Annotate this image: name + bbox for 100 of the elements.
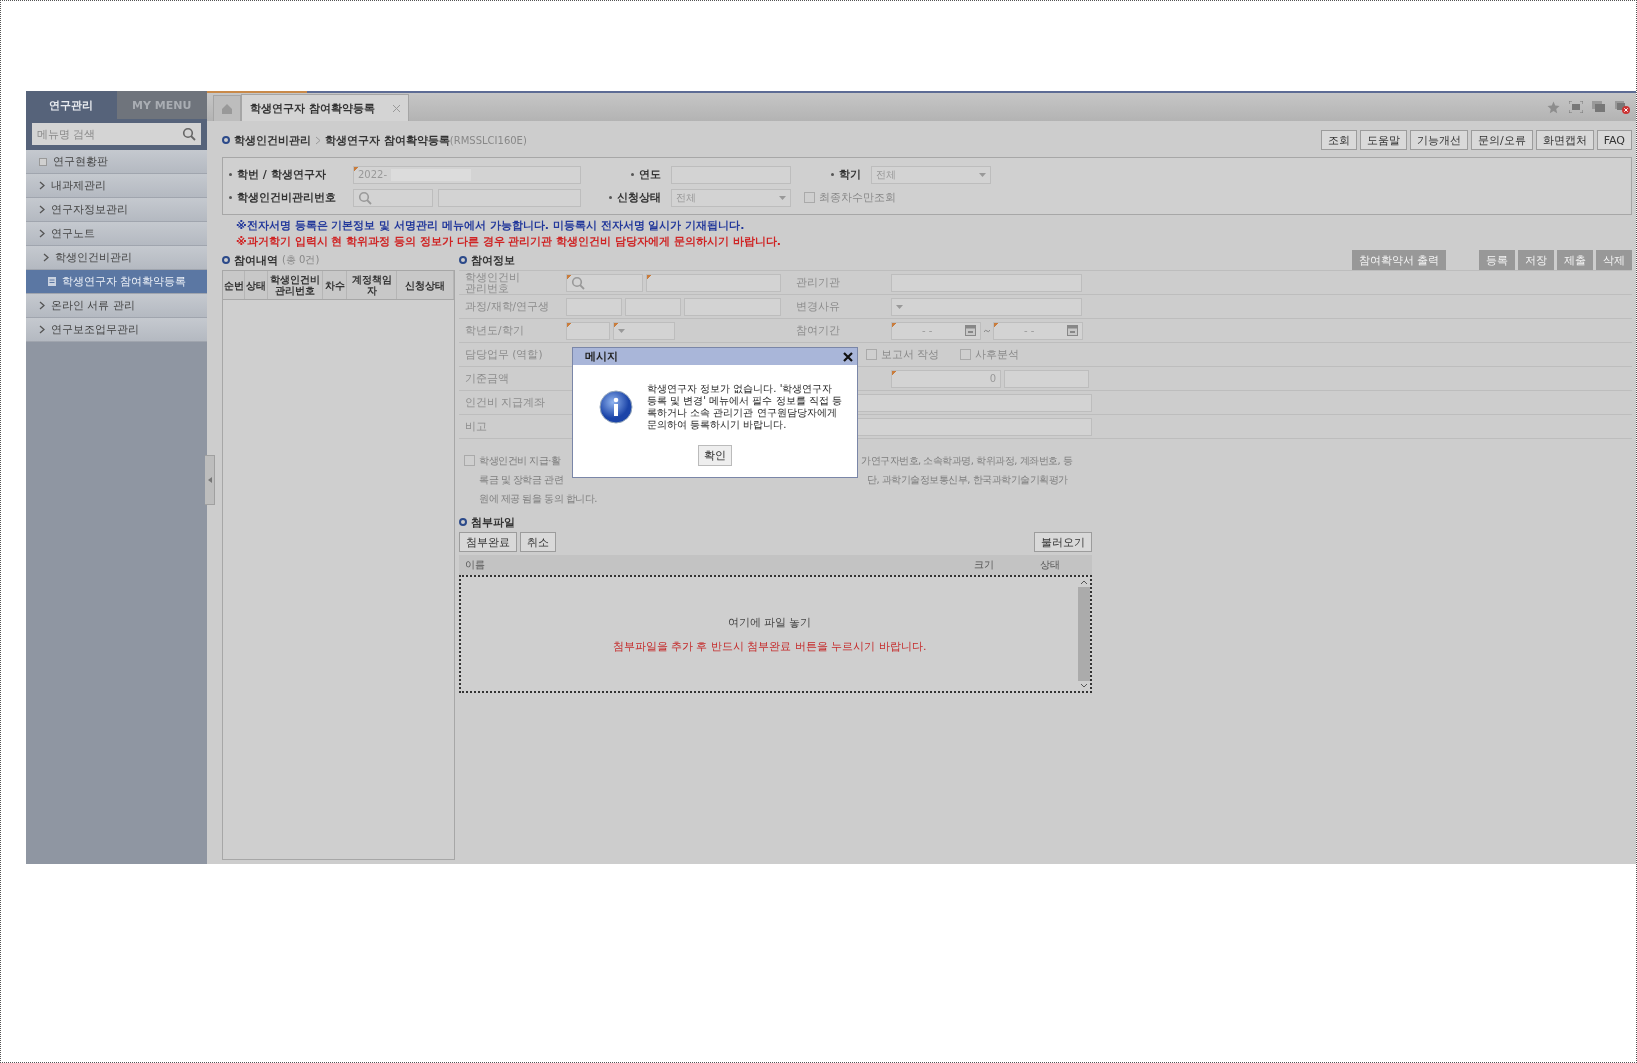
menu-item[interactable]: 연구현황판	[26, 150, 207, 174]
consent-text: 원에 제공 됨을 동의 합니다.	[479, 492, 597, 506]
checkbox[interactable]	[866, 349, 877, 360]
info-icon	[599, 390, 633, 424]
column-header: 이름	[465, 558, 486, 572]
column-header: 상태	[245, 271, 268, 299]
home-tab[interactable]	[213, 95, 241, 121]
checkbox[interactable]	[464, 455, 475, 466]
form-label: 인건비 지급계좌	[464, 395, 547, 410]
record-count: (총 0건)	[282, 253, 320, 267]
section-title: 첨부파일	[471, 514, 515, 530]
scrollbar-thumb[interactable]	[1078, 587, 1090, 681]
checkbox-label: 최종차수만조회	[819, 190, 896, 205]
bullet-icon	[222, 136, 230, 144]
menu-item[interactable]: 학생연구자 참여확약등록	[26, 270, 207, 294]
reason-select[interactable]	[891, 297, 1082, 316]
checkbox-label: 사후분석	[974, 347, 1019, 362]
separator-icon	[315, 135, 321, 145]
checkbox-label: 보고서 작성	[881, 347, 940, 362]
sidebar-tab[interactable]: 연구관리	[26, 91, 117, 119]
consent-text: 학생인건비 지급·활	[479, 454, 562, 468]
attach-button[interactable]: 첨부완료	[459, 532, 517, 552]
year-field[interactable]	[566, 321, 610, 340]
caret-icon	[896, 304, 903, 309]
load-button[interactable]: 불러오기	[1034, 532, 1092, 552]
menu-item[interactable]: 연구보조업무관리	[26, 318, 207, 342]
bullet-dot	[831, 173, 834, 176]
column-header: 상태	[1040, 558, 1061, 572]
screen-code: (RMSSLCI160E)	[449, 134, 527, 146]
date-placeholder: - -	[922, 325, 933, 336]
form-label: 기준금액	[464, 371, 510, 386]
checkbox[interactable]	[804, 192, 815, 203]
toolbar-button[interactable]: 화면캡처	[1535, 130, 1594, 150]
scroll-down-icon[interactable]	[1080, 683, 1088, 688]
form-label: 관리기관	[795, 275, 841, 290]
calendar-icon	[1067, 325, 1078, 336]
menu-item[interactable]: 온라인 서류 관리	[26, 294, 207, 318]
bullet-dot	[229, 173, 232, 176]
menu-item[interactable]: 내과제관리	[26, 174, 207, 198]
date-placeholder: - -	[1024, 325, 1035, 336]
consent-text: 록금 및 장학금 관련	[479, 473, 565, 487]
menu-item[interactable]: 연구자정보관리	[26, 198, 207, 222]
menu-item[interactable]: 연구노트	[26, 222, 207, 246]
toolbar-button[interactable]: 기능개선	[1409, 130, 1468, 150]
close-icon[interactable]	[843, 351, 853, 362]
chevron-icon	[39, 325, 45, 334]
calendar-icon	[965, 325, 976, 336]
toolbar-button[interactable]: 조회	[1320, 130, 1357, 150]
caret-icon	[618, 328, 625, 333]
checkbox[interactable]	[959, 349, 971, 360]
bullet-dot	[229, 196, 232, 199]
bullet-dot	[609, 196, 612, 199]
scroll-up-icon[interactable]	[1080, 580, 1088, 585]
form-label: 비고	[464, 419, 488, 434]
ok-button[interactable]: 확인	[698, 445, 732, 466]
chevron-icon	[39, 205, 45, 214]
column-header: 신청상태	[397, 271, 454, 299]
star-icon[interactable]	[1547, 100, 1560, 114]
toolbar-button[interactable]: 문의/오류	[1470, 130, 1533, 150]
close-windows-icon[interactable]	[1615, 100, 1630, 114]
bullet-icon	[459, 518, 467, 526]
column-header: 차수	[323, 271, 347, 299]
form-label: 과정/재학/연구생	[464, 299, 551, 314]
form-label: 담당업무 (역할)	[464, 347, 544, 362]
form-label: 참여기간	[795, 323, 841, 338]
windows-icon[interactable]	[1592, 101, 1606, 113]
field-label: 학기	[839, 167, 861, 182]
consent-text: 가연구자번호, 소속학과명, 학위과정, 계좌번호, 등	[861, 454, 1073, 468]
drop-zone[interactable]: 여기에 파일 놓기 첨부파일을 추가 후 반드시 첨부완료 버튼을 누르시기 바랍니다.	[459, 575, 1092, 693]
field-label: 신청상태	[617, 190, 661, 205]
square-icon	[39, 157, 47, 166]
collapse-handle[interactable]	[205, 455, 215, 505]
field-label: 학생인건비관리번호	[237, 190, 336, 205]
field-label: 학번 / 학생연구자	[237, 167, 326, 182]
menu-item[interactable]: 학생인건비관리	[26, 246, 207, 270]
fullscreen-icon[interactable]	[1569, 101, 1583, 113]
management-number-field[interactable]	[353, 188, 433, 207]
column-header: 계정책임자	[347, 271, 397, 299]
management-number-field[interactable]	[566, 273, 643, 292]
search-icon	[358, 190, 372, 205]
notice-text: ※과거학기 입력시 현 학위과정 등의 정보가 다른 경우 관리기관 학생인건비 담당자에게 문의하시기 바랍니다.	[236, 234, 782, 250]
form-label: 변경사유	[795, 299, 841, 314]
column-header: 순번	[223, 271, 245, 299]
document-icon	[48, 277, 56, 286]
semester-select[interactable]	[613, 321, 675, 340]
chevron-icon	[43, 253, 49, 262]
chevron-icon	[39, 301, 45, 310]
page-tab[interactable]: 학생연구자 참여확약등록	[241, 94, 409, 121]
section-title: 참여내역	[234, 252, 278, 268]
search-field[interactable]: 메뉴명 검색	[32, 123, 201, 145]
caret-icon	[779, 195, 786, 200]
toolbar-button[interactable]: 도움말	[1359, 130, 1407, 150]
toolbar-button[interactable]: FAQ	[1596, 130, 1632, 150]
attach-button[interactable]: 취소	[520, 532, 556, 552]
search-icon	[571, 275, 585, 290]
section-title: 참여정보	[471, 252, 515, 268]
text-field[interactable]	[646, 273, 781, 292]
consent-text: 단, 과학기술정보통신부, 한국과학기술기획평가	[867, 473, 1068, 487]
form-label: 학생인건비 관리번호	[464, 271, 521, 294]
breadcrumb-item: 학생연구자 참여확약등록	[325, 132, 450, 148]
